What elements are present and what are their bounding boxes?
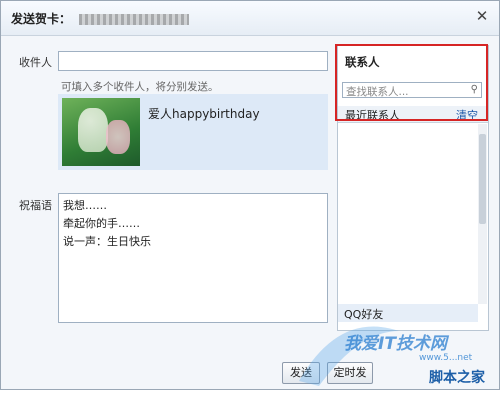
dialog-footer: 发送 定时发 (1, 353, 499, 389)
send-card-dialog: 发送贺卡： ✕ 收件人 可填入多个收件人，将分别发送。 爱人happybirth… (0, 0, 500, 390)
card-thumbnail (62, 98, 140, 166)
clear-recent-link[interactable]: 清空 (456, 107, 478, 123)
title-bar: 发送贺卡： ✕ (1, 1, 499, 36)
search-icon[interactable]: ⚲ (471, 84, 478, 95)
message-line: 说一声：生日快乐 (63, 235, 151, 248)
recipient-input[interactable] (58, 51, 328, 71)
blurred-card-name (79, 14, 190, 25)
contact-search-placeholder: 查找联系人... (346, 86, 409, 98)
card-image-hand-2 (106, 120, 130, 154)
selected-card[interactable]: 爱人happybirthday (58, 94, 328, 170)
recent-contacts-bar: 最近联系人 清空 (338, 106, 488, 123)
card-image-hand (78, 108, 108, 152)
card-name: 爱人happybirthday (148, 107, 260, 121)
contact-list-scrollbar[interactable] (478, 124, 487, 304)
contact-search-input[interactable]: 查找联系人... ⚲ (342, 82, 482, 98)
recent-contacts-label: 最近联系人 (345, 109, 400, 122)
watermark-brand: 我爱IT技术网 (344, 334, 447, 354)
recipient-hint: 可填入多个收件人，将分别发送。 (61, 81, 219, 93)
close-icon[interactable]: ✕ (473, 7, 491, 25)
scrollbar-thumb[interactable] (479, 134, 486, 224)
qq-friends-group[interactable]: QQ好友 (338, 304, 478, 322)
message-line: 牵起你的手…… (63, 217, 140, 230)
recipient-label: 收件人 (19, 56, 52, 69)
message-line: 我想…… (63, 199, 107, 212)
scheduled-send-button[interactable]: 定时发 (327, 362, 373, 384)
message-textarea[interactable]: 我想…… 牵起你的手…… 说一声：生日快乐 (58, 193, 328, 323)
contacts-header: 联系人 (345, 55, 380, 69)
dialog-title-text: 发送贺卡： (11, 12, 72, 26)
dialog-title: 发送贺卡： (11, 10, 190, 27)
qq-friends-label: QQ好友 (344, 308, 384, 321)
contacts-panel: 联系人 查找联系人... ⚲ 最近联系人 清空 QQ好友 (337, 45, 489, 331)
message-label: 祝福语 (19, 199, 52, 212)
send-button[interactable]: 发送 (282, 362, 320, 384)
